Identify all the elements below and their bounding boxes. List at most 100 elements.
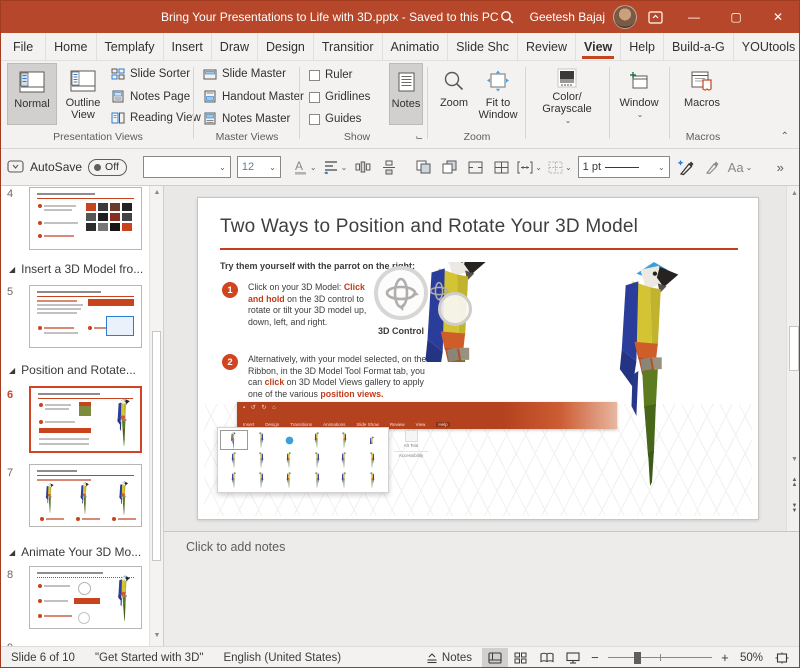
send-backward-button[interactable] — [439, 155, 459, 179]
slide-sorter-button[interactable]: Slide Sorter — [109, 68, 190, 80]
slide-5-thumbnail[interactable] — [29, 285, 142, 348]
zoom-level[interactable]: 50% — [734, 652, 769, 664]
user-name[interactable]: Geetesh Bajaj — [530, 10, 605, 24]
tab-templafy[interactable]: Templafy — [97, 33, 164, 60]
tab-help[interactable]: Help — [621, 33, 664, 60]
format-painter-pen-icon[interactable] — [676, 155, 696, 179]
ribbon-display-options-icon[interactable] — [637, 1, 673, 33]
tab-design[interactable]: Design — [258, 33, 314, 60]
color-grayscale-button[interactable]: Color/ Grayscale ⌄ — [531, 63, 603, 125]
mini-ribbon-right-fragment: Alt Text Accessibility — [394, 429, 428, 489]
group-label-zoom: Zoom — [431, 131, 523, 143]
scroll-down-icon[interactable]: ▼ — [787, 456, 800, 463]
main-scrollbar[interactable]: ▲ ▼ ▲▲ ▼▼ — [786, 186, 800, 531]
tab-transitions[interactable]: Transitior — [314, 33, 383, 60]
notes-master-button[interactable]: Notes Master — [201, 112, 290, 125]
main-scrollbar-thumb[interactable] — [789, 326, 799, 371]
window-button[interactable]: Window ⌄ — [615, 63, 663, 125]
thumbnail-scroll-up-icon[interactable]: ▲ — [150, 189, 164, 196]
zoom-slider-thumb[interactable] — [634, 652, 641, 664]
section-insert-3d-model[interactable]: ◢ Insert a 3D Model fro... — [9, 262, 143, 276]
align-objects-button[interactable]: ⌄ — [323, 155, 348, 179]
search-icon[interactable] — [492, 10, 522, 24]
autosave-label: AutoSave — [30, 160, 82, 174]
language-indicator[interactable]: English (United States) — [213, 652, 351, 664]
next-slide-button[interactable]: ▼▼ — [787, 504, 800, 514]
tab-home[interactable]: Home — [46, 33, 96, 60]
thumbnail-scrollbar-thumb[interactable] — [152, 331, 161, 561]
notes-pane[interactable]: Click to add notes — [164, 531, 800, 646]
outline-view-button[interactable]: Outline View — [59, 63, 107, 125]
font-color-button[interactable]: A ⌄ — [293, 155, 317, 179]
fit-to-window-icon[interactable] — [769, 648, 795, 668]
font-name-combo[interactable]: ⌄ — [143, 156, 231, 178]
collapse-ribbon-icon[interactable]: ⌃ — [781, 131, 789, 142]
slide-sorter-status-button[interactable] — [508, 648, 534, 668]
zoom-in-icon[interactable]: + — [716, 648, 734, 668]
handout-master-button[interactable]: Handout Master — [201, 90, 304, 103]
scroll-up-icon[interactable]: ▲ — [787, 190, 800, 197]
tab-view[interactable]: View — [576, 33, 621, 60]
slide-4-number: 4 — [7, 188, 13, 200]
distribute-horizontal-button[interactable] — [353, 155, 373, 179]
thumbnail-scrollbar[interactable]: ▲ ▼ — [149, 186, 163, 646]
zoom-out-icon[interactable]: − — [586, 648, 604, 668]
slide-6-thumbnail[interactable] — [29, 386, 142, 453]
zoom-button[interactable]: Zoom — [433, 63, 475, 125]
slide-editing-area[interactable]: Two Ways to Position and Rotate Your 3D … — [164, 186, 786, 531]
show-dialog-launcher-icon[interactable]: ⌙ — [415, 132, 423, 143]
previous-slide-button[interactable]: ▲▲ — [787, 478, 800, 488]
reading-view-button[interactable]: Reading View — [109, 112, 201, 124]
close-button[interactable]: ✕ — [757, 1, 799, 33]
slide-4-thumbnail[interactable] — [29, 187, 142, 250]
split-cells-button[interactable] — [491, 155, 511, 179]
slide-8-number: 8 — [7, 569, 13, 581]
eyedropper-pen-icon[interactable] — [702, 155, 722, 179]
tab-insert[interactable]: Insert — [164, 33, 212, 60]
thumbnail-scroll-down-icon[interactable]: ▼ — [150, 632, 164, 639]
tab-animations[interactable]: Animatio — [383, 33, 449, 60]
guides-checkbox[interactable]: Guides — [309, 113, 361, 125]
bring-forward-button[interactable] — [413, 155, 433, 179]
align-middle-button[interactable] — [379, 155, 399, 179]
slide-canvas[interactable]: Two Ways to Position and Rotate Your 3D … — [197, 197, 759, 520]
tab-draw[interactable]: Draw — [212, 33, 258, 60]
macros-button[interactable]: Macros — [677, 63, 727, 125]
normal-view-status-button[interactable] — [482, 648, 508, 668]
minimize-button[interactable]: — — [673, 1, 715, 33]
notes-status-toggle[interactable]: Notes — [416, 652, 482, 664]
slide-8-thumbnail[interactable] — [29, 566, 142, 629]
normal-view-button[interactable]: Normal — [7, 63, 57, 125]
cell-size-button[interactable]: ⌄ — [517, 155, 542, 179]
section-name-indicator[interactable]: "Get Started with 3D" — [85, 652, 214, 664]
tab-review[interactable]: Review — [518, 33, 576, 60]
3d-parrot-model[interactable] — [596, 260, 706, 486]
fit-to-window-button[interactable]: Fit to Window — [475, 63, 521, 125]
maximize-button[interactable]: ▢ — [715, 1, 757, 33]
gridlines-checkbox[interactable]: Gridlines — [309, 91, 370, 103]
slide-7-thumbnail[interactable] — [29, 464, 142, 527]
tab-file[interactable]: File — [1, 33, 46, 60]
borders-button[interactable]: ⌄ — [548, 155, 572, 179]
autosave-toggle[interactable]: Off — [88, 159, 127, 176]
outline-weight-combo[interactable]: 1 pt ⌄ — [578, 156, 670, 178]
touch-mouse-mode-icon[interactable] — [7, 160, 24, 175]
tab-slide-show[interactable]: Slide Shc — [448, 33, 518, 60]
notes-page-button[interactable]: Notes Page — [109, 90, 190, 103]
ruler-checkbox[interactable]: Ruler — [309, 69, 352, 81]
tab-youtools[interactable]: YOUtools — [734, 33, 800, 60]
reading-view-status-button[interactable] — [534, 648, 560, 668]
slide-master-button[interactable]: Slide Master — [201, 68, 286, 80]
avatar[interactable] — [613, 5, 637, 29]
qat-more-icon[interactable]: » — [770, 155, 790, 179]
slide-show-status-button[interactable] — [560, 648, 586, 668]
section-position-rotate[interactable]: ◢ Position and Rotate... — [9, 363, 136, 377]
section-animate-3d[interactable]: ◢ Animate Your 3D Mo... — [9, 545, 141, 559]
tab-build-a-graphic[interactable]: Build-a-G — [664, 33, 734, 60]
merge-cells-button[interactable] — [465, 155, 485, 179]
notes-placeholder[interactable]: Click to add notes — [186, 540, 285, 554]
change-case-button[interactable]: Aa ⌄ — [728, 155, 753, 179]
zoom-slider[interactable] — [608, 648, 712, 668]
font-size-combo[interactable]: 12 ⌄ — [237, 156, 281, 178]
notes-toggle-button[interactable]: Notes — [389, 63, 423, 125]
